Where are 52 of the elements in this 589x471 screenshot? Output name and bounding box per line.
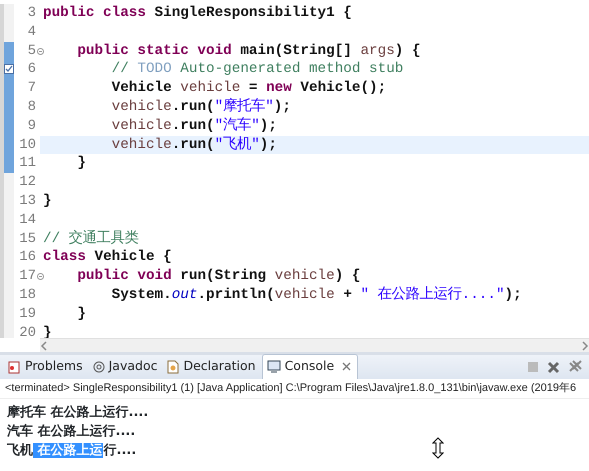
code-line: } (76, 306, 86, 322)
horizontal-scrollbar[interactable] (40, 338, 589, 352)
remove-icon[interactable] (547, 360, 560, 374)
document-icon (167, 360, 180, 374)
line-number: 7 (28, 80, 36, 96)
line-number: 15 (19, 230, 36, 247)
line-number: 8 (28, 98, 36, 115)
code-line: // TODO Auto-generated method stub (110, 61, 404, 78)
line-number: 6 (28, 61, 36, 78)
line-number: 3 (28, 5, 36, 21)
line-number: 17 (19, 268, 36, 284)
resize-cursor-icon (432, 437, 444, 459)
panel-tab[interactable]: Problems (4, 355, 89, 379)
close-icon[interactable] (342, 362, 352, 372)
code-line: public class SingleResponsibility1 { (43, 5, 352, 21)
code-line: vehicle.run("汽车"); (110, 118, 277, 134)
line-number: 5 (28, 42, 36, 59)
line-number: 20 (19, 324, 36, 338)
line-number: 14 (19, 212, 36, 228)
code-line: vehicle.run("摩托车"); (110, 98, 291, 115)
code-line: System.out.println(vehicle + " 在公路上运行...."); (110, 286, 522, 303)
panel-tab[interactable]: Javadoc (88, 355, 164, 379)
code-line: public static void main(String[] args) { (76, 42, 421, 59)
line-number: 9 (28, 118, 36, 134)
console-output-line: 汽车 在公路上运行.... (7, 424, 136, 438)
collapse-icon[interactable] (37, 48, 44, 55)
scroll-left-icon[interactable] (40, 340, 48, 350)
console-output-line: 摩托车 在公路上运行.... (7, 404, 148, 420)
line-number: 11 (19, 155, 36, 172)
line-number: 12 (19, 174, 36, 190)
scroll-right-icon[interactable] (581, 340, 589, 350)
line-number: 13 (19, 192, 36, 209)
code-line: public void run(String vehicle) { (76, 268, 360, 284)
code-line: Vehicle vehicle = new Vehicle(); (110, 80, 386, 96)
line-number: 4 (28, 24, 36, 40)
remove-all-icon[interactable] (568, 360, 583, 374)
monitor-icon (266, 360, 281, 374)
code-line: vehicle.run("飞机"); (110, 136, 277, 153)
line-number: 19 (19, 306, 36, 322)
code-line: } (43, 192, 52, 209)
console-output-line: 飞机 在公路上运行.... (7, 442, 136, 458)
panel-tab[interactable]: Console (262, 354, 358, 379)
terminate-icon[interactable] (527, 361, 539, 373)
panel-tab[interactable]: Declaration (163, 355, 262, 379)
console-header: <terminated> SingleResponsibility1 (1) [Java Application] C:\Program Files\Java\jre1.8.0_131\bin\javaw.exe (2019年6 (0, 379, 589, 398)
line-number: 10 (19, 136, 36, 153)
line-number: 18 (19, 286, 36, 303)
code-line: // 交通工具类 (43, 230, 139, 247)
code-line: } (76, 155, 86, 172)
line-number: 16 (19, 249, 36, 266)
code-line: class Vehicle { (43, 249, 172, 266)
collapse-icon[interactable] (37, 273, 44, 280)
